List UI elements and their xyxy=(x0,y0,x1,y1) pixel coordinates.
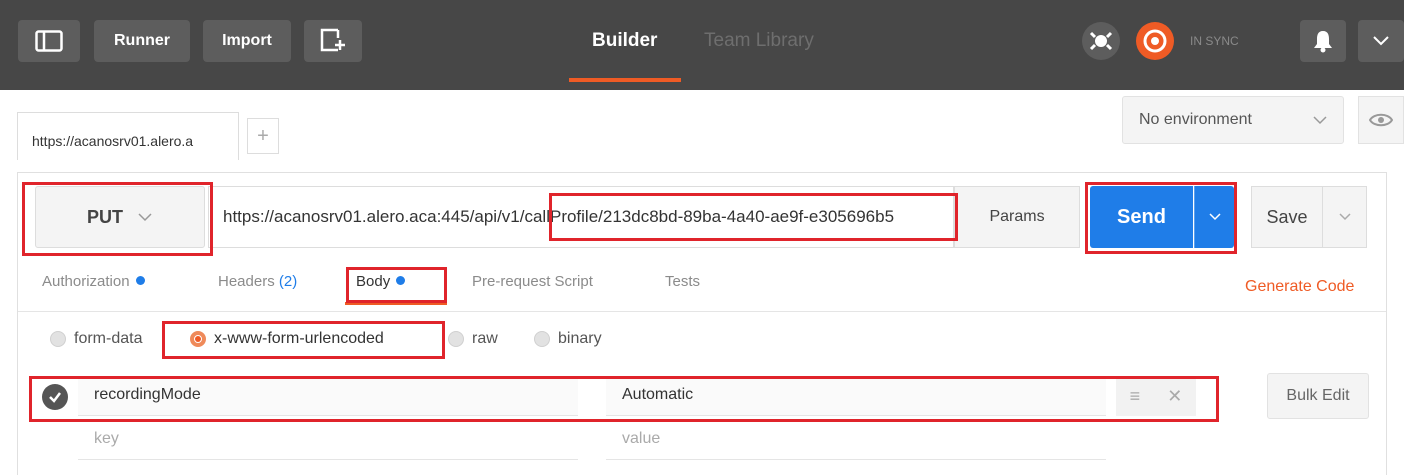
import-button[interactable]: Import xyxy=(203,20,291,62)
environment-quick-look-button[interactable] xyxy=(1358,96,1404,144)
radio-binary[interactable]: binary xyxy=(534,330,602,348)
chevron-down-icon xyxy=(1373,36,1389,46)
row-enabled-checkbox[interactable] xyxy=(42,384,68,410)
kv-key-input[interactable]: recordingMode xyxy=(78,376,578,416)
new-window-icon xyxy=(320,28,345,52)
radio-form-data-label: form-data xyxy=(74,330,143,347)
sidebar-toggle-button[interactable] xyxy=(18,20,80,62)
tab-team-library[interactable]: Team Library xyxy=(704,26,814,56)
kv-value-placeholder[interactable]: value xyxy=(606,420,1106,460)
request-tab[interactable]: https://acanosrv01.alero.a xyxy=(17,112,239,160)
runner-button[interactable]: Runner xyxy=(94,20,190,62)
params-button[interactable]: Params xyxy=(954,186,1080,248)
close-icon[interactable]: ✕ xyxy=(1167,386,1182,407)
sidebar-icon xyxy=(35,30,63,52)
body-active-indicator xyxy=(345,302,447,305)
radio-form-data[interactable]: form-data xyxy=(50,330,142,348)
checkmark-icon xyxy=(49,392,61,403)
tab-authorization[interactable]: Authorization xyxy=(42,273,145,290)
headers-count: (2) xyxy=(278,273,298,290)
save-button[interactable]: Save xyxy=(1251,186,1323,248)
divider xyxy=(18,311,1386,312)
radio-raw-label: raw xyxy=(472,330,498,347)
url-input[interactable]: https://acanosrv01.alero.aca:445/api/v1/… xyxy=(208,186,954,248)
tab-headers[interactable]: Headers (2) xyxy=(218,273,297,290)
top-bar: Runner Import Builder Team Library IN SY… xyxy=(0,0,1404,90)
sync-status-button[interactable] xyxy=(1136,22,1174,60)
sync-icon xyxy=(1143,29,1167,53)
tab-pre-request-script[interactable]: Pre-request Script xyxy=(472,273,593,290)
drag-handle-icon[interactable]: ≡ xyxy=(1130,386,1141,407)
builder-active-indicator xyxy=(569,78,681,82)
modified-dot-icon xyxy=(396,276,406,285)
send-button[interactable]: Send xyxy=(1090,186,1193,248)
tab-builder[interactable]: Builder xyxy=(592,26,657,56)
radio-raw[interactable]: raw xyxy=(448,330,498,348)
eye-icon xyxy=(1369,113,1393,127)
modified-dot-icon xyxy=(135,276,145,285)
bulk-edit-button[interactable]: Bulk Edit xyxy=(1267,373,1369,419)
generate-code-link[interactable]: Generate Code xyxy=(1245,278,1354,296)
chevron-down-icon xyxy=(1313,116,1327,125)
radio-circle xyxy=(50,331,66,347)
sync-status-label: IN SYNC xyxy=(1190,34,1239,48)
radio-x-www-form-urlencoded[interactable]: x-www-form-urlencoded xyxy=(190,330,384,348)
kv-row-actions: ≡ ✕ xyxy=(1116,376,1196,416)
radio-circle-selected xyxy=(190,331,206,347)
radio-circle xyxy=(534,331,550,347)
interceptor-button[interactable] xyxy=(1082,22,1120,60)
send-dropdown-button[interactable] xyxy=(1194,186,1234,248)
environment-select[interactable]: No environment xyxy=(1122,96,1344,144)
bell-icon xyxy=(1314,31,1332,53)
tab-authorization-label: Authorization xyxy=(42,273,130,290)
satellite-icon xyxy=(1089,31,1113,51)
method-select[interactable]: PUT xyxy=(35,186,205,248)
chevron-down-icon xyxy=(1338,213,1351,221)
notifications-button[interactable] xyxy=(1300,20,1346,62)
new-button[interactable] xyxy=(304,20,362,62)
environment-label: No environment xyxy=(1139,111,1252,128)
radio-binary-label: binary xyxy=(558,330,602,347)
tab-body[interactable]: Body xyxy=(356,273,406,290)
tab-headers-label: Headers xyxy=(218,273,275,290)
radio-circle xyxy=(448,331,464,347)
kv-value-input[interactable]: Automatic xyxy=(606,376,1106,416)
radio-urlencoded-label: x-www-form-urlencoded xyxy=(214,330,384,347)
save-dropdown-button[interactable] xyxy=(1323,186,1367,248)
tab-tests[interactable]: Tests xyxy=(665,273,700,290)
kv-key-placeholder[interactable]: key xyxy=(78,420,578,460)
settings-dropdown-button[interactable] xyxy=(1358,20,1404,62)
method-label: PUT xyxy=(87,206,123,227)
tab-body-label: Body xyxy=(356,273,391,290)
chevron-down-icon xyxy=(1208,213,1221,221)
chevron-down-icon xyxy=(138,213,152,222)
add-tab-button[interactable]: + xyxy=(247,118,279,154)
